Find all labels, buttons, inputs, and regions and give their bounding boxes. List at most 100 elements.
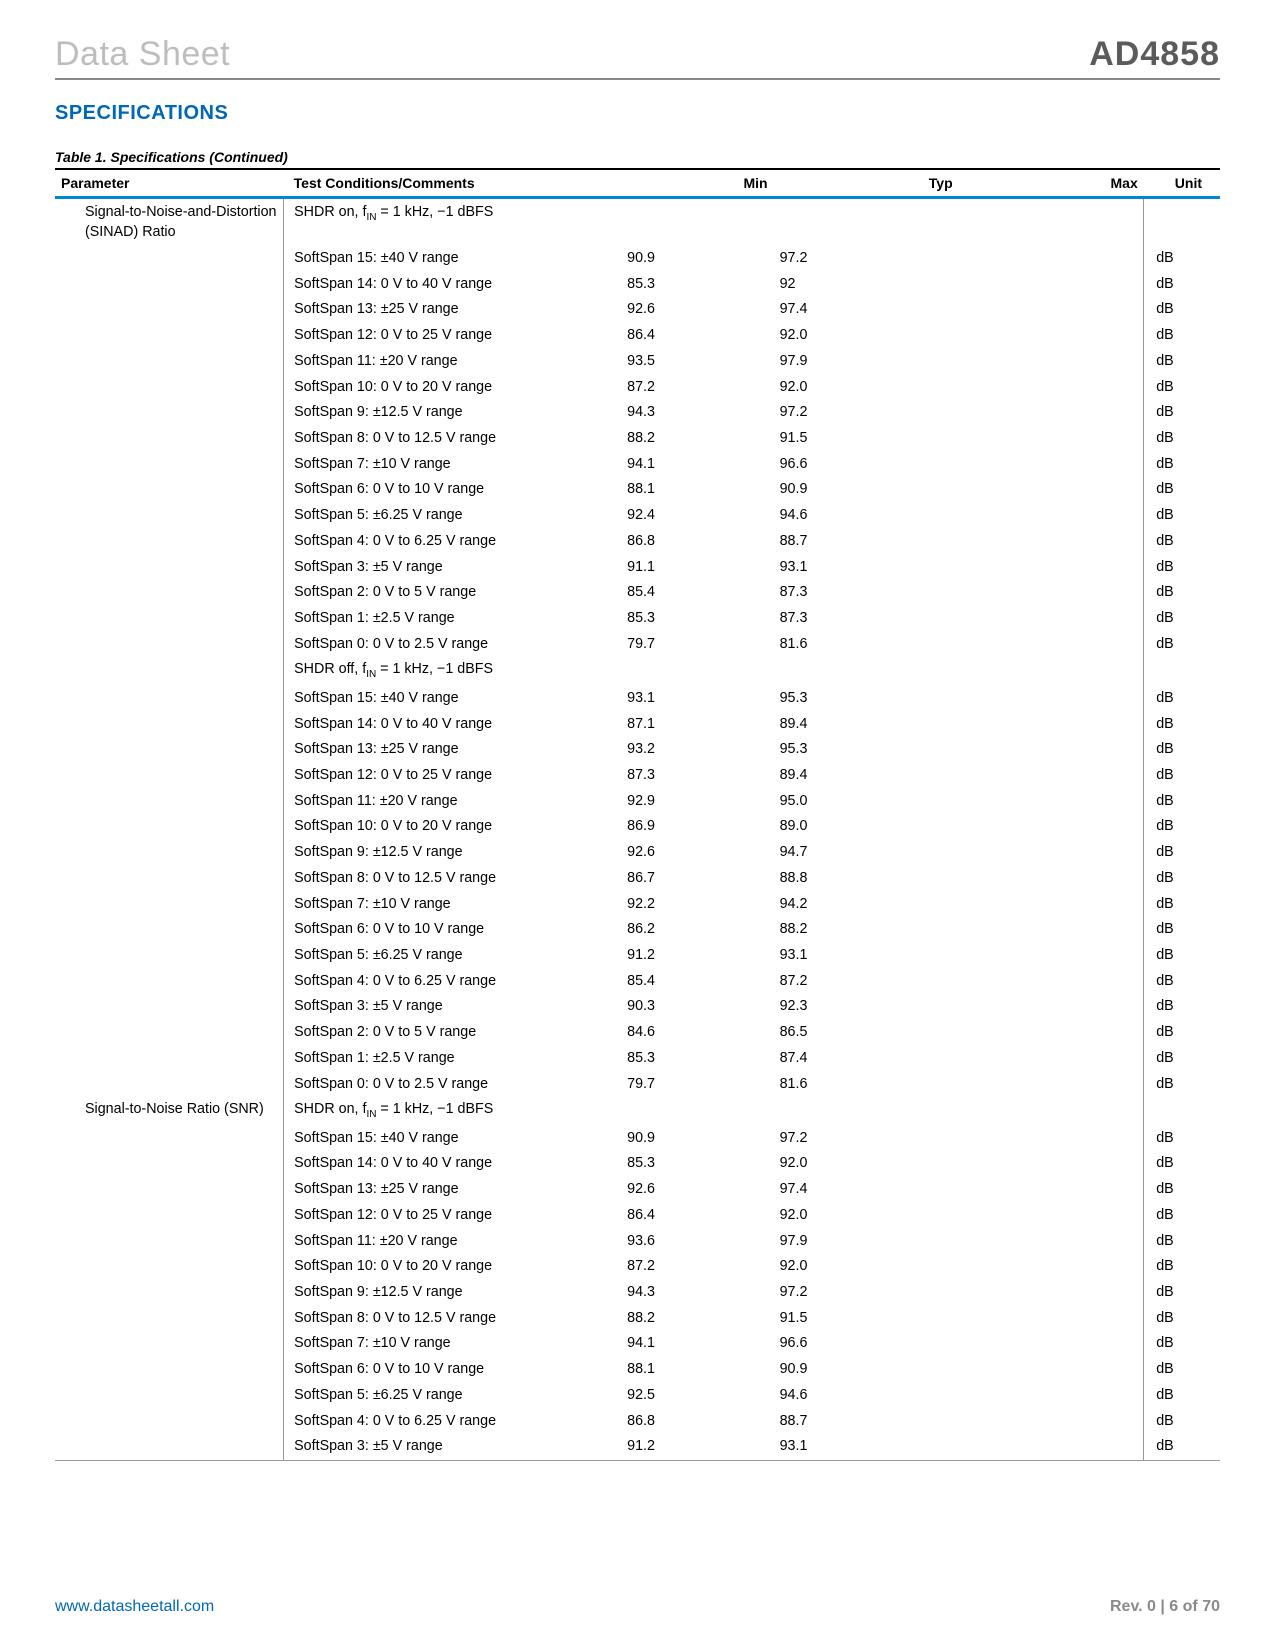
table-row: SoftSpan 2: 0 V to 5 V range84.686.5dB [55,1020,1220,1046]
cell-unit: dB [1144,425,1220,451]
col-typ: Typ [774,169,959,198]
col-min: Min [621,169,773,198]
cell-min: 86.4 [621,1202,773,1228]
cell-min: 93.5 [621,348,773,374]
table-header-row: Parameter Test Conditions/Comments Min T… [55,169,1220,198]
cell-parameter [55,374,284,400]
table-row: SoftSpan 14: 0 V to 40 V range87.189.4dB [55,711,1220,737]
cell-typ: 92.0 [774,1254,959,1280]
cell-typ: 92.0 [774,323,959,349]
cell-max [959,1125,1144,1151]
table-row: SoftSpan 2: 0 V to 5 V range85.487.3dB [55,580,1220,606]
cell-typ: 81.6 [774,1071,959,1097]
cell-min: 94.1 [621,1331,773,1357]
cell-unit: dB [1144,891,1220,917]
cell-max [959,814,1144,840]
table-row: SoftSpan 7: ±10 V range94.196.6dB [55,1331,1220,1357]
cell-conditions: SoftSpan 15: ±40 V range [284,1125,622,1151]
cell-unit: dB [1144,1125,1220,1151]
cell-conditions: SoftSpan 14: 0 V to 40 V range [284,1151,622,1177]
table-row: SoftSpan 1: ±2.5 V range85.387.4dB [55,1045,1220,1071]
cell-typ: 95.0 [774,788,959,814]
cell-parameter [55,917,284,943]
cell-unit [1144,198,1220,246]
cell-unit: dB [1144,685,1220,711]
table-row: SoftSpan 6: 0 V to 10 V range88.190.9dB [55,477,1220,503]
cell-unit: dB [1144,606,1220,632]
cell-conditions: SoftSpan 2: 0 V to 5 V range [284,1020,622,1046]
cell-typ: 92.0 [774,1202,959,1228]
table-row: SoftSpan 11: ±20 V range93.697.9dB [55,1228,1220,1254]
cell-unit: dB [1144,528,1220,554]
cell-max [959,657,1144,685]
cell-max [959,528,1144,554]
cell-unit: dB [1144,737,1220,763]
cell-max [959,348,1144,374]
cell-parameter [55,1020,284,1046]
cell-parameter [55,245,284,271]
cell-parameter [55,1357,284,1383]
cell-typ [774,1097,959,1125]
cell-conditions: SoftSpan 12: 0 V to 25 V range [284,762,622,788]
cell-typ: 96.6 [774,451,959,477]
cell-min: 85.3 [621,1045,773,1071]
table-row: SoftSpan 4: 0 V to 6.25 V range86.888.7d… [55,1408,1220,1434]
table-row: SoftSpan 9: ±12.5 V range94.397.2dB [55,1280,1220,1306]
cell-unit: dB [1144,1408,1220,1434]
cell-typ: 97.2 [774,1125,959,1151]
cell-unit: dB [1144,762,1220,788]
cell-parameter [55,891,284,917]
table-row: SoftSpan 15: ±40 V range93.195.3dB [55,685,1220,711]
cell-min: 94.3 [621,400,773,426]
cell-parameter [55,477,284,503]
cell-typ: 93.1 [774,1434,959,1460]
cell-parameter [55,1408,284,1434]
table-row: SoftSpan 13: ±25 V range93.295.3dB [55,737,1220,763]
cell-conditions: SoftSpan 4: 0 V to 6.25 V range [284,1408,622,1434]
cell-unit: dB [1144,1382,1220,1408]
cell-min: 92.6 [621,297,773,323]
cell-max [959,245,1144,271]
cell-min: 92.2 [621,891,773,917]
cell-parameter [55,606,284,632]
cell-parameter [55,323,284,349]
cell-conditions: SoftSpan 13: ±25 V range [284,1177,622,1203]
cell-unit: dB [1144,840,1220,866]
cell-max [959,788,1144,814]
cell-typ: 88.8 [774,865,959,891]
cell-max [959,297,1144,323]
cell-parameter [55,943,284,969]
cell-min: 87.1 [621,711,773,737]
col-conditions: Test Conditions/Comments [284,169,622,198]
cell-unit: dB [1144,814,1220,840]
cell-typ: 81.6 [774,631,959,657]
cell-min: 88.2 [621,1305,773,1331]
doc-type-label: Data Sheet [55,35,230,74]
table-row: Signal-to-Noise Ratio (SNR)SHDR on, fIN … [55,1097,1220,1125]
cell-unit: dB [1144,451,1220,477]
cell-max [959,943,1144,969]
cell-conditions: SoftSpan 15: ±40 V range [284,245,622,271]
cell-max [959,631,1144,657]
cell-unit: dB [1144,1071,1220,1097]
cell-typ: 95.3 [774,685,959,711]
cell-max [959,1177,1144,1203]
cell-parameter [55,400,284,426]
cell-min [621,198,773,246]
cell-parameter: Signal-to-Noise Ratio (SNR) [55,1097,284,1125]
cell-typ: 91.5 [774,1305,959,1331]
cell-unit: dB [1144,1151,1220,1177]
cell-min: 87.2 [621,374,773,400]
cell-unit: dB [1144,865,1220,891]
table-row: SoftSpan 11: ±20 V range92.995.0dB [55,788,1220,814]
page-header: Data Sheet AD4858 [55,35,1220,80]
cell-min: 86.7 [621,865,773,891]
cell-max [959,917,1144,943]
table-row: SoftSpan 4: 0 V to 6.25 V range86.888.7d… [55,528,1220,554]
footer-link[interactable]: www.datasheetall.com [55,1598,214,1616]
cell-unit [1144,657,1220,685]
cell-min: 88.1 [621,1357,773,1383]
cell-max [959,606,1144,632]
cell-parameter [55,762,284,788]
table-row: SoftSpan 3: ±5 V range91.193.1dB [55,554,1220,580]
